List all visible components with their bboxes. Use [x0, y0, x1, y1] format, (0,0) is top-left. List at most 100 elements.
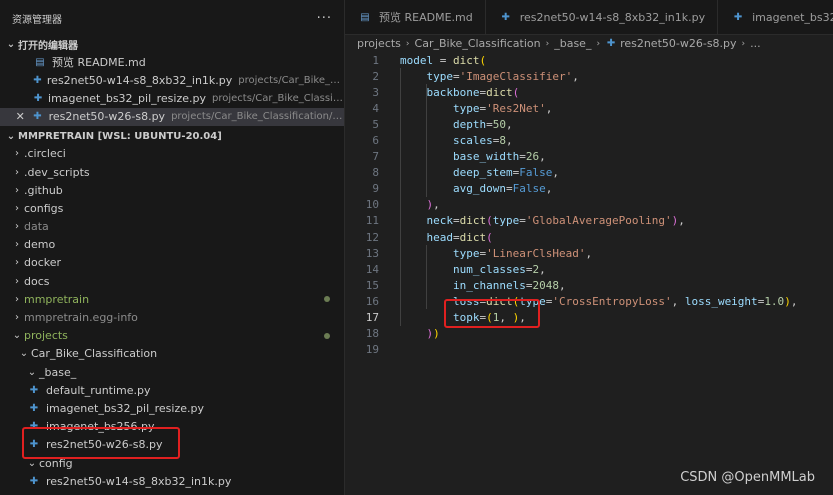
open-editors-label: 打开的编辑器: [18, 41, 78, 52]
breadcrumb-item[interactable]: ...: [750, 37, 761, 50]
breadcrumb-item[interactable]: _base_: [554, 37, 591, 50]
chevron-right-icon: ›: [15, 202, 19, 214]
chevron-right-icon: ›: [15, 148, 19, 160]
tree-folder[interactable]: › docker: [0, 254, 344, 272]
code-line: 15 in_channels=2048,: [345, 277, 833, 293]
line-number: 2: [372, 69, 379, 83]
explorer-sidebar: 资源管理器 ··· ⌄ 打开的编辑器 ▤ 预览 README.md ✚ res2…: [0, 0, 345, 495]
chevron-right-icon: ›: [15, 221, 19, 233]
code-line: 19: [345, 342, 833, 358]
tree-folder-open[interactable]: ⌄ config: [0, 454, 344, 472]
line-number: 16: [365, 294, 379, 308]
folder-label: .github: [24, 183, 63, 197]
tab-label: imagenet_bs32_pil_resize.py: [752, 10, 833, 24]
line-number: 17: [365, 311, 379, 325]
open-editor-label: res2net50-w26-s8.py: [48, 110, 166, 124]
open-editor-item[interactable]: ▤ 预览 README.md: [0, 53, 344, 71]
open-editor-path: projects/Car_Bike_Classification/_...: [212, 92, 344, 104]
line-number: 3: [372, 85, 379, 99]
explorer-title-bar: 资源管理器 ···: [0, 0, 344, 36]
code-line: 10 ),: [345, 197, 833, 213]
line-number: 9: [372, 182, 379, 196]
tree-folder-open[interactable]: ⌄ _base_: [0, 363, 344, 381]
open-editors-header[interactable]: ⌄ 打开的编辑器: [0, 36, 344, 53]
tree-folder[interactable]: › .circleci: [0, 145, 344, 163]
code-line: 7 base_width=26,: [345, 149, 833, 165]
folder-label: config: [39, 456, 73, 470]
tree-folder[interactable]: › mmpretrain: [0, 290, 344, 308]
code-line: 5 depth=50,: [345, 116, 833, 132]
line-number: 15: [365, 278, 379, 292]
tree-file[interactable]: ✚ default_runtime.py: [0, 381, 344, 399]
code-line: 9 avg_down=False,: [345, 181, 833, 197]
close-icon[interactable]: ✕: [14, 110, 26, 123]
python-file-icon: ✚: [29, 439, 39, 451]
code-line: 18 )): [345, 326, 833, 342]
tree-folder[interactable]: › demo: [0, 236, 344, 254]
tree-folder[interactable]: › mmpretrain.egg-info: [0, 308, 344, 326]
folder-label: docker: [24, 256, 62, 270]
line-number: 18: [365, 327, 379, 341]
workspace-header[interactable]: ⌄ MMPRETRAIN [WSL: UBUNTU-20.04]: [0, 128, 344, 145]
modified-dot: [324, 296, 330, 303]
code-line: 13 type='LinearClsHead',: [345, 245, 833, 261]
file-label: imagenet_bs256.py: [46, 420, 155, 434]
file-label: default_runtime.py: [46, 383, 151, 397]
python-file-icon: ✚: [29, 421, 39, 433]
tree-file[interactable]: ✚ res2net50-w14-s8_8xb32_in1k.py: [0, 472, 344, 490]
tree-folder[interactable]: › configs: [0, 199, 344, 217]
open-editor-item[interactable]: ✚ res2net50-w14-s8_8xb32_in1k.py project…: [0, 71, 344, 89]
chevron-right-icon: ›: [545, 38, 550, 49]
tree-folder[interactable]: › .dev_scripts: [0, 163, 344, 181]
explorer-title: 资源管理器: [12, 14, 62, 26]
open-editor-item[interactable]: ✚ imagenet_bs32_pil_resize.py projects/C…: [0, 89, 344, 107]
python-file-icon: ✚: [33, 111, 42, 123]
chevron-right-icon: ›: [15, 275, 19, 287]
breadcrumb: projects › Car_Bike_Classification › _ba…: [345, 35, 833, 52]
file-label: res2net50-w26-s8.py: [46, 438, 163, 452]
open-editor-item-active[interactable]: ✕ ✚ res2net50-w26-s8.py projects/Car_Bik…: [0, 107, 344, 126]
folder-label: data: [24, 220, 49, 234]
tab-imagenet-bs32[interactable]: ✚ imagenet_bs32_pil_resize.py: [718, 0, 833, 34]
line-number: 14: [365, 262, 379, 276]
indent-guide: [426, 245, 427, 309]
tree-folder-open[interactable]: ⌄ projects: [0, 327, 344, 345]
tree-file[interactable]: ✚ imagenet_bs256.py: [0, 418, 344, 436]
code-line: 11 neck=dict(type='GlobalAveragePooling'…: [345, 213, 833, 229]
breadcrumb-item[interactable]: Car_Bike_Classification: [415, 37, 541, 50]
python-file-icon: ✚: [33, 92, 43, 104]
python-file-icon: ✚: [33, 74, 42, 86]
breadcrumb-item[interactable]: res2net50-w26-s8.py: [620, 37, 736, 50]
python-file-icon: ✚: [606, 38, 616, 49]
chevron-right-icon: ›: [15, 257, 19, 269]
chevron-down-icon: ⌄: [12, 330, 22, 342]
code-line: 2 type='ImageClassifier',: [345, 68, 833, 84]
line-number: 12: [365, 230, 379, 244]
modified-dot: [324, 332, 330, 339]
editor-area: ▤ 预览 README.md ✚ res2net50-w14-s8_8xb32_…: [345, 0, 833, 495]
folder-label: _base_: [39, 365, 77, 379]
more-actions-icon[interactable]: ···: [317, 11, 332, 26]
tab-res2net50-w14[interactable]: ✚ res2net50-w14-s8_8xb32_in1k.py: [486, 0, 719, 34]
line-number: 1: [372, 53, 379, 67]
tree-folder[interactable]: › .github: [0, 181, 344, 199]
folder-label: mmpretrain.egg-info: [24, 311, 138, 325]
tree-folder[interactable]: › data: [0, 218, 344, 236]
breadcrumb-item[interactable]: projects: [357, 37, 401, 50]
tree-file[interactable]: ✚ res2net50-w26-s8.py: [0, 436, 344, 454]
open-editor-path: projects/Car_Bike_Classificati...: [238, 74, 344, 86]
markdown-preview-icon: ▤: [35, 56, 45, 68]
tree-folder-open[interactable]: ⌄ Car_Bike_Classification: [0, 345, 344, 363]
chevron-down-icon: ⌄: [19, 348, 29, 360]
code-line: 4 type='Res2Net',: [345, 100, 833, 116]
tree-folder[interactable]: › docs: [0, 272, 344, 290]
tab-label: res2net50-w14-s8_8xb32_in1k.py: [519, 10, 706, 24]
line-number: 5: [372, 117, 379, 131]
chevron-down-icon: ⌄: [27, 366, 37, 378]
code-line: 8 deep_stem=False,: [345, 165, 833, 181]
tab-readme-preview[interactable]: ▤ 预览 README.md: [345, 0, 486, 34]
code-editor[interactable]: 1 model = dict( 2 type='ImageClassifier',…: [345, 52, 833, 358]
tree-file[interactable]: ✚ imagenet_bs32_pil_resize.py: [0, 399, 344, 417]
python-file-icon: ✚: [29, 402, 39, 414]
open-editor-path: projects/Car_Bike_Classification/_base_: [171, 111, 344, 123]
